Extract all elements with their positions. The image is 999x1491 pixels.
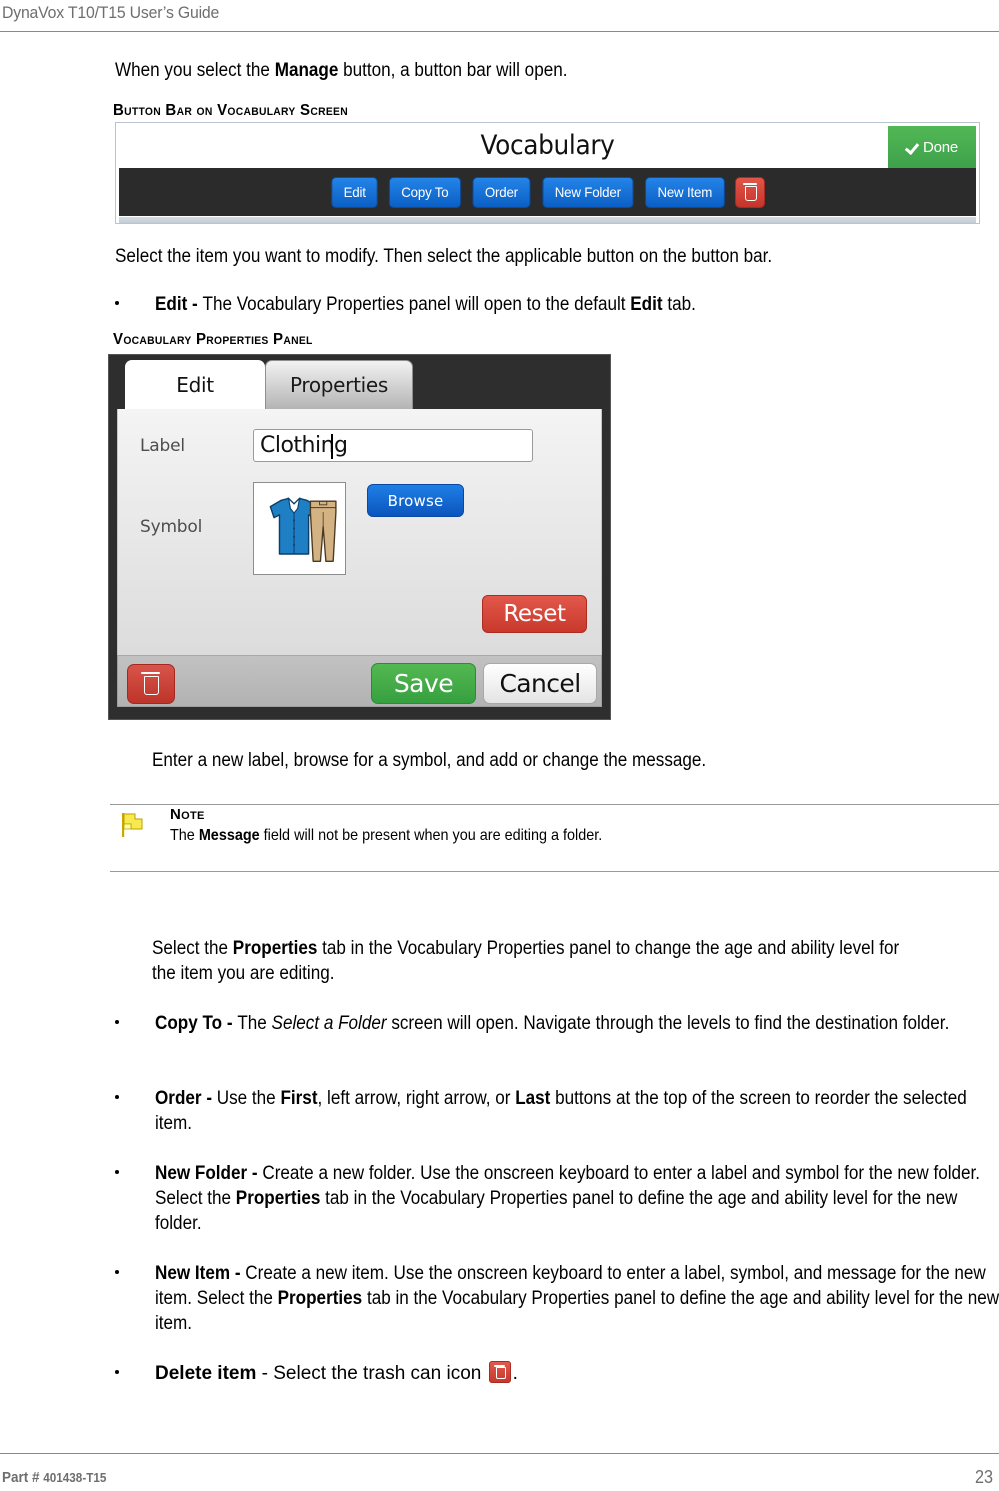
save-button[interactable]: Save bbox=[371, 663, 476, 704]
edit-button[interactable]: Edit bbox=[331, 176, 379, 208]
bullet-dot bbox=[115, 1095, 119, 1099]
properties-panel-footer: Save Cancel bbox=[117, 655, 602, 707]
properties-panel-tabs: Edit Properties bbox=[109, 355, 610, 409]
properties-tab-paragraph: Select the Properties tab in the Vocabul… bbox=[152, 938, 904, 984]
select-item-paragraph: Select the item you want to modify. Then… bbox=[115, 246, 773, 267]
bullet-new-item-text: New Item - Create a new item. Use the on… bbox=[155, 1263, 999, 1334]
properties-panel-body: Label Clothing Symbol Browse Reset bbox=[117, 409, 602, 655]
bullet-order-text: Order - Use the First, left arrow, right… bbox=[155, 1088, 967, 1134]
label-field-label: Label bbox=[140, 436, 185, 456]
bullet-dot bbox=[115, 1020, 119, 1024]
label-input[interactable]: Clothing bbox=[253, 429, 533, 462]
new-folder-button[interactable]: New Folder bbox=[542, 176, 634, 208]
bullet-copy-to-text: Copy To - The Select a Folder screen wil… bbox=[155, 1013, 950, 1034]
trash-can-icon-button[interactable] bbox=[734, 176, 765, 208]
vocabulary-screen-titlebar: Vocabulary Done bbox=[119, 126, 976, 169]
bullet-new-folder-text: New Folder - Create a new folder. Use th… bbox=[155, 1163, 981, 1234]
text-caret bbox=[331, 434, 333, 459]
note-title: Note bbox=[170, 806, 205, 823]
flag-icon bbox=[118, 810, 148, 840]
delete-trash-can-icon-button[interactable] bbox=[127, 664, 175, 704]
symbol-preview-box[interactable] bbox=[253, 482, 346, 575]
page-footer: Part # 401438-T15 23 bbox=[0, 1421, 999, 1491]
bullet-dot bbox=[115, 301, 119, 305]
footer-divider bbox=[0, 1453, 999, 1454]
part-number-value: 401438-T15 bbox=[43, 1470, 107, 1485]
order-button[interactable]: Order bbox=[472, 176, 531, 208]
intro-text-bold: Manage bbox=[274, 60, 339, 81]
bullet-delete-item-text: Delete item - Select the trash can icon … bbox=[155, 1361, 518, 1384]
intro-paragraph: When you select the Manage button, a but… bbox=[115, 58, 925, 83]
tab-properties[interactable]: Properties bbox=[265, 360, 413, 409]
bullet-new-item-term: New Item - bbox=[155, 1263, 246, 1284]
tab-edit[interactable]: Edit bbox=[125, 360, 265, 409]
done-button[interactable]: Done bbox=[888, 126, 976, 168]
browse-button[interactable]: Browse bbox=[367, 484, 464, 517]
note-top-divider bbox=[110, 804, 999, 805]
label-input-value: Clothing bbox=[260, 433, 348, 458]
header-divider bbox=[0, 31, 999, 32]
bullet-dot bbox=[115, 1170, 119, 1174]
note-bottom-divider bbox=[110, 871, 999, 872]
trash-can-icon bbox=[488, 1361, 511, 1383]
figure-button-bar-vocabulary-screen: Vocabulary Done Edit Copy To Order New F… bbox=[115, 122, 980, 224]
heading-button-bar: Button Bar on Vocabulary Screen bbox=[113, 102, 348, 119]
page-header: DynaVox T10/T15 User’s Guide bbox=[0, 0, 999, 36]
bullet-dot bbox=[115, 1370, 119, 1374]
note-block: Note The Message field will not be prese… bbox=[110, 804, 999, 872]
intro-text-pre: When you select the bbox=[115, 60, 275, 81]
vocabulary-button-bar: Edit Copy To Order New Folder New Item bbox=[119, 168, 976, 216]
bullet-edit-term: Edit - bbox=[155, 294, 203, 315]
bullet-new-folder-term: New Folder - bbox=[155, 1163, 263, 1184]
bullet-copy-to-term: Copy To - bbox=[155, 1013, 238, 1034]
figure-bottom-edge bbox=[119, 217, 976, 223]
checkmark-icon bbox=[906, 140, 920, 154]
page-number: 23 bbox=[974, 1467, 993, 1487]
copy-to-button[interactable]: Copy To bbox=[389, 176, 462, 208]
bullet-delete-item-term: Delete item bbox=[155, 1363, 257, 1384]
bullet-dot bbox=[115, 1270, 119, 1274]
done-button-label: Done bbox=[922, 138, 959, 156]
symbol-field-label: Symbol bbox=[140, 517, 203, 537]
enter-label-paragraph: Enter a new label, browse for a symbol, … bbox=[152, 750, 707, 771]
document-title: DynaVox T10/T15 User’s Guide bbox=[2, 3, 220, 22]
bullet-order-term: Order - bbox=[155, 1088, 217, 1109]
clothing-symbol-icon bbox=[269, 496, 337, 562]
vocabulary-screen-title: Vocabulary bbox=[480, 130, 615, 161]
heading-vocabulary-properties-panel: Vocabulary Properties Panel bbox=[113, 331, 313, 348]
part-number: Part # 401438-T15 bbox=[2, 1469, 107, 1486]
cancel-button[interactable]: Cancel bbox=[483, 663, 597, 704]
figure-vocabulary-properties-panel: Edit Properties Label Clothing Symbol Br… bbox=[108, 354, 611, 720]
bullet-edit-text: Edit - The Vocabulary Properties panel w… bbox=[155, 294, 696, 315]
intro-text-post: button, a button bar will open. bbox=[338, 60, 568, 81]
reset-button[interactable]: Reset bbox=[482, 595, 587, 633]
note-text: The Message field will not be present wh… bbox=[170, 827, 603, 844]
new-item-button[interactable]: New Item bbox=[645, 176, 725, 208]
